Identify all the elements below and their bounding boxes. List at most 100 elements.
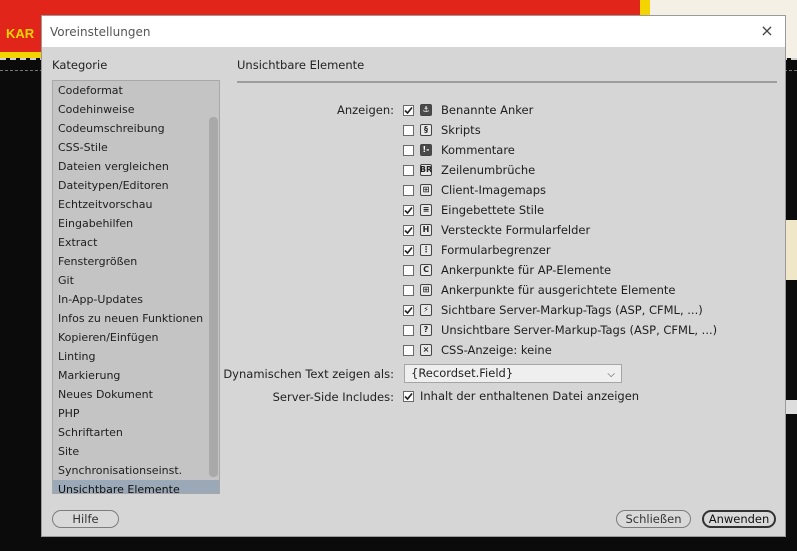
category-item[interactable]: Unsichtbare Elemente xyxy=(53,480,219,493)
category-item[interactable]: Linting xyxy=(53,347,219,366)
option-label: Zeilenumbrüche xyxy=(441,163,536,177)
option-row[interactable]: ⚡ Sichtbare Server-Markup-Tags (ASP, CFML… xyxy=(403,301,703,319)
option-checkbox[interactable] xyxy=(403,224,414,236)
option-row[interactable]: × CSS-Anzeige: keine xyxy=(403,341,552,359)
option-checkbox[interactable] xyxy=(403,344,414,356)
category-item[interactable]: PHP xyxy=(53,404,219,423)
option-row[interactable]: ⋮ Formularbegrenzer xyxy=(403,241,551,259)
option-label: Sichtbare Server-Markup-Tags (ASP, CFML,… xyxy=(441,303,703,317)
checkmark-icon xyxy=(404,206,413,214)
option-label: CSS-Anzeige: keine xyxy=(441,343,552,357)
option-label: Ankerpunkte für ausgerichtete Elemente xyxy=(441,283,676,297)
option-checkbox[interactable] xyxy=(403,164,414,176)
option-label: Kommentare xyxy=(441,143,515,157)
checkmark-icon xyxy=(404,392,413,400)
hidden-field-icon: H xyxy=(420,224,432,236)
option-row[interactable]: ≡ Eingebettete Stile xyxy=(403,201,544,219)
category-item[interactable]: Dateien vergleichen xyxy=(53,157,219,176)
dynamic-text-select[interactable]: {Recordset.Field} ⌵ xyxy=(404,364,622,383)
category-item[interactable]: Infos zu neuen Funktionen xyxy=(53,309,219,328)
category-item[interactable]: In-App-Updates xyxy=(53,290,219,309)
checkmark-icon xyxy=(404,106,413,114)
background-fragment xyxy=(785,220,797,280)
ssi-label: Server-Side Includes: xyxy=(272,390,394,404)
option-checkbox[interactable] xyxy=(403,244,414,256)
checkmark-icon xyxy=(404,306,413,314)
ssi-checkbox[interactable] xyxy=(403,390,414,402)
option-label: Ankerpunkte für AP-Elemente xyxy=(441,263,612,277)
comment-icon: !- xyxy=(420,144,432,156)
ssi-option-label: Inhalt der enthaltenen Datei anzeigen xyxy=(420,389,640,403)
category-item[interactable]: Codeformat xyxy=(53,81,219,100)
option-checkbox[interactable] xyxy=(403,184,414,196)
css-display-none-icon: × xyxy=(420,344,432,356)
category-item[interactable]: Git xyxy=(53,271,219,290)
embedded-style-icon: ≡ xyxy=(420,204,432,216)
background-fragment xyxy=(785,400,797,414)
ssi-option[interactable]: Inhalt der enthaltenen Datei anzeigen xyxy=(403,387,639,405)
option-checkbox[interactable] xyxy=(403,284,414,296)
category-item[interactable]: Synchronisationseinst. xyxy=(53,461,219,480)
chevron-down-icon: ⌵ xyxy=(607,369,615,380)
dynamic-text-value: {Recordset.Field} xyxy=(411,366,514,380)
category-label: Kategorie xyxy=(52,58,108,72)
category-item[interactable]: Fenstergrößen xyxy=(53,252,219,271)
line-break-icon: BR xyxy=(419,164,433,176)
dynamic-text-label: Dynamischen Text zeigen als: xyxy=(223,367,394,381)
option-label: Benannte Anker xyxy=(441,103,534,117)
aligned-anchor-icon: ⊞ xyxy=(420,284,432,296)
option-row[interactable]: § Skripts xyxy=(403,121,481,139)
close-icon[interactable]: × xyxy=(757,21,777,41)
option-row[interactable]: BR Zeilenumbrüche xyxy=(403,161,535,179)
option-row[interactable]: ⚓ Benannte Anker xyxy=(403,101,533,119)
option-label: Eingebettete Stile xyxy=(441,203,545,217)
category-item[interactable]: Kopieren/Einfügen xyxy=(53,328,219,347)
dialog-titlebar: Voreinstellungen × xyxy=(42,16,785,47)
category-item[interactable]: Site xyxy=(53,442,219,461)
option-row[interactable]: ? Unsichtbare Server-Markup-Tags (ASP, CF… xyxy=(403,321,717,339)
form-delimiter-icon: ⋮ xyxy=(420,244,432,256)
ap-anchor-icon: C xyxy=(420,264,432,276)
option-checkbox[interactable] xyxy=(403,144,414,156)
script-icon: § xyxy=(420,124,432,136)
apply-button[interactable]: Anwenden xyxy=(702,510,776,528)
category-item[interactable]: Dateitypen/Editoren xyxy=(53,176,219,195)
category-item[interactable]: Codeumschreibung xyxy=(53,119,219,138)
category-item[interactable]: Neues Dokument xyxy=(53,385,219,404)
option-label: Skripts xyxy=(441,123,481,137)
option-checkbox[interactable] xyxy=(403,124,414,136)
option-row[interactable]: C Ankerpunkte für AP-Elemente xyxy=(403,261,611,279)
show-label: Anzeigen: xyxy=(336,103,394,117)
option-checkbox[interactable] xyxy=(403,304,414,316)
category-scrollbar[interactable] xyxy=(209,117,218,477)
option-label: Versteckte Formularfelder xyxy=(441,223,591,237)
anchor-icon: ⚓ xyxy=(420,104,432,116)
preferences-dialog: Voreinstellungen × Kategorie Codeformat C… xyxy=(41,15,786,537)
invisible-server-tag-icon: ? xyxy=(420,324,432,336)
option-checkbox[interactable] xyxy=(403,204,414,216)
option-row[interactable]: H Versteckte Formularfelder xyxy=(403,221,590,239)
section-title: Unsichtbare Elemente xyxy=(237,58,365,72)
visible-server-tag-icon: ⚡ xyxy=(420,304,432,316)
option-checkbox[interactable] xyxy=(403,324,414,336)
category-item[interactable]: CSS-Stile xyxy=(53,138,219,157)
option-checkbox[interactable] xyxy=(403,264,414,276)
category-item[interactable]: Extract xyxy=(53,233,219,252)
option-label: Formularbegrenzer xyxy=(441,243,551,257)
option-row[interactable]: ⊞ Ankerpunkte für ausgerichtete Elemente xyxy=(403,281,675,299)
close-button[interactable]: Schließen xyxy=(616,510,691,528)
category-list[interactable]: Codeformat Codehinweise Codeumschreibung CS… xyxy=(52,80,220,494)
option-row[interactable]: ⊞ Client-Imagemaps xyxy=(403,181,546,199)
help-button[interactable]: Hilfe xyxy=(52,510,119,528)
checkmark-icon xyxy=(404,246,413,254)
category-item[interactable]: Echtzeitvorschau xyxy=(53,195,219,214)
category-item[interactable]: Eingabehilfen xyxy=(53,214,219,233)
dialog-title: Voreinstellungen xyxy=(50,25,151,39)
option-label: Unsichtbare Server-Markup-Tags (ASP, CFM… xyxy=(441,323,718,337)
section-divider xyxy=(237,81,777,83)
category-item[interactable]: Markierung xyxy=(53,366,219,385)
option-row[interactable]: !- Kommentare xyxy=(403,141,515,159)
category-item[interactable]: Codehinweise xyxy=(53,100,219,119)
category-item[interactable]: Schriftarten xyxy=(53,423,219,442)
option-checkbox[interactable] xyxy=(403,104,414,116)
